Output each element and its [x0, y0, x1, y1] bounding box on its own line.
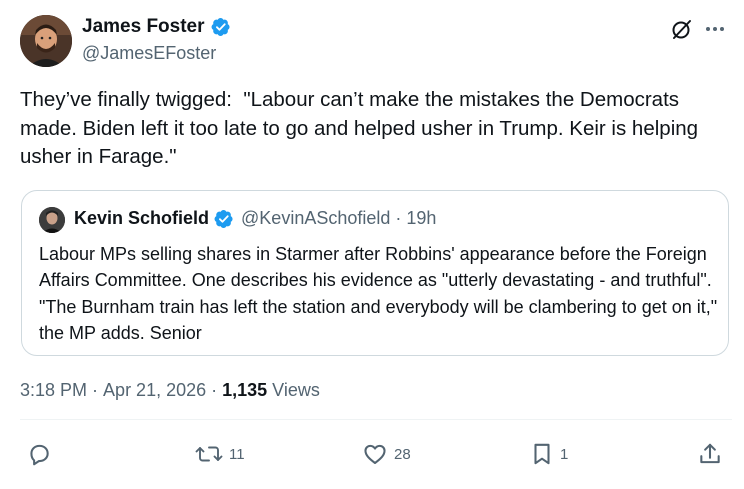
share-icon — [697, 441, 723, 467]
retweet-button[interactable]: 11 — [195, 440, 245, 468]
meta-separator: · — [206, 380, 223, 400]
tweet-date[interactable]: Apr 21, 2026 — [103, 380, 206, 401]
quote-author-avatar[interactable] — [39, 207, 65, 233]
bookmark-button[interactable]: 1 — [530, 440, 568, 468]
retweet-icon — [195, 441, 223, 467]
heart-icon — [362, 441, 388, 467]
like-button[interactable]: 28 — [362, 440, 411, 468]
quote-text: Labour MPs selling shares in Starmer aft… — [39, 244, 718, 343]
tweet-meta: 3:18 PM · Apr 21, 2026 · 1,135 Views — [20, 380, 320, 401]
more-icon[interactable] — [703, 18, 727, 40]
bookmark-icon — [530, 441, 554, 467]
like-count: 28 — [394, 445, 411, 463]
share-button[interactable] — [697, 440, 723, 468]
tweet-time[interactable]: 3:18 PM — [20, 380, 87, 401]
quote-separator: · — [395, 208, 402, 228]
views-count: 1,135 — [222, 380, 268, 400]
views-label: Views — [267, 380, 320, 400]
author-avatar[interactable] — [20, 15, 72, 67]
author-name-row[interactable]: James Foster — [82, 16, 231, 38]
quote-author-handle[interactable]: @KevinASchofield — [241, 208, 390, 229]
retweet-count: 11 — [229, 445, 245, 463]
author-handle[interactable]: @JamesEFoster — [82, 43, 216, 64]
reply-icon — [26, 441, 52, 467]
author-name[interactable]: James Foster — [82, 16, 205, 38]
tweet-text: They’ve finally twigged: "Labour can’t m… — [20, 88, 704, 168]
verified-badge-icon — [214, 209, 234, 229]
verified-badge-icon — [211, 17, 231, 37]
grok-icon[interactable] — [671, 18, 693, 40]
meta-separator: · — [87, 380, 104, 400]
quote-author-name[interactable]: Kevin Schofield — [74, 208, 209, 229]
quoted-tweet[interactable]: Kevin Schofield @KevinASchofield · 19h L… — [21, 190, 729, 356]
divider — [20, 419, 732, 420]
quote-time[interactable]: 19h — [406, 208, 436, 229]
quote-header: Kevin Schofield @KevinASchofield · 19h — [74, 208, 436, 229]
tweet: James Foster @JamesEFoster They’ve final… — [0, 0, 744, 489]
reply-button[interactable] — [26, 440, 58, 468]
bookmark-count: 1 — [560, 445, 569, 463]
